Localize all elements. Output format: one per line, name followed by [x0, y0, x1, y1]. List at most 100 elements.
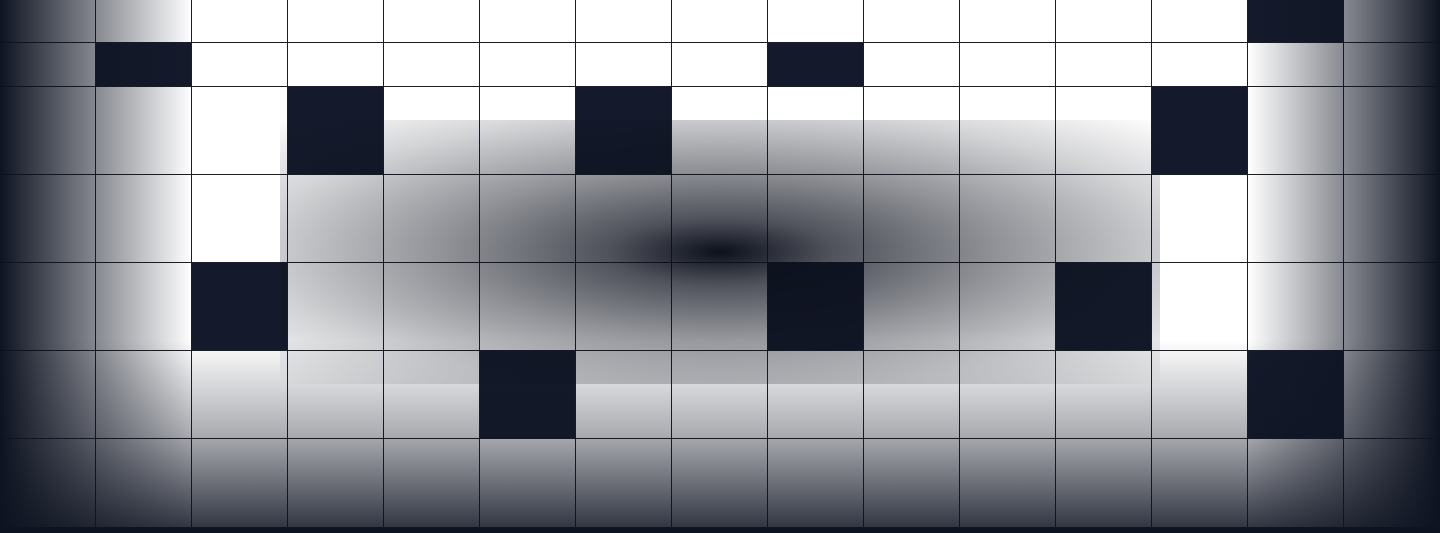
board-cell-empty[interactable]: [1152, 351, 1248, 439]
board-cell-empty[interactable]: [288, 43, 384, 87]
board-cell-empty[interactable]: [96, 0, 192, 43]
board-cell-empty[interactable]: [192, 351, 288, 439]
board-cell-empty[interactable]: [0, 0, 96, 43]
board-cell-empty[interactable]: [1248, 439, 1344, 528]
board-cell-empty[interactable]: [1344, 43, 1440, 87]
board-cell-empty[interactable]: [0, 351, 96, 439]
board-cell-empty[interactable]: [480, 87, 576, 175]
board-cell-empty[interactable]: [288, 263, 384, 351]
board-cell-empty[interactable]: [480, 175, 576, 263]
board-cell-empty[interactable]: [672, 439, 768, 528]
board-cell-filled[interactable]: [288, 87, 384, 175]
board-cell-empty[interactable]: [672, 43, 768, 87]
board-cell-empty[interactable]: [672, 87, 768, 175]
board-cell-filled[interactable]: [96, 43, 192, 87]
board-cell-empty[interactable]: [768, 0, 864, 43]
board-cell-empty[interactable]: [0, 439, 96, 528]
board-cell-empty[interactable]: [1344, 87, 1440, 175]
board-cell-empty[interactable]: [1056, 175, 1152, 263]
board-cell-empty[interactable]: [192, 439, 288, 528]
board-cell-filled[interactable]: [480, 351, 576, 439]
board-cell-empty[interactable]: [192, 43, 288, 87]
board-cell-empty[interactable]: [1152, 0, 1248, 43]
board-cell-empty[interactable]: [1056, 43, 1152, 87]
board-cell-empty[interactable]: [1152, 175, 1248, 263]
board-cell-empty[interactable]: [960, 43, 1056, 87]
board-cell-empty[interactable]: [192, 87, 288, 175]
board-cell-empty[interactable]: [864, 439, 960, 528]
board-cell-empty[interactable]: [576, 175, 672, 263]
board-cell-empty[interactable]: [96, 263, 192, 351]
board-cell-empty[interactable]: [1056, 87, 1152, 175]
board-cell-empty[interactable]: [864, 263, 960, 351]
board-cell-empty[interactable]: [480, 439, 576, 528]
board-cell-empty[interactable]: [576, 351, 672, 439]
board-cell-empty[interactable]: [1344, 0, 1440, 43]
board-cell-empty[interactable]: [1344, 439, 1440, 528]
board-cell-empty[interactable]: [0, 175, 96, 263]
board-cell-empty[interactable]: [0, 43, 96, 87]
board-cell-empty[interactable]: [480, 43, 576, 87]
board-cell-empty[interactable]: [288, 175, 384, 263]
board-cell-empty[interactable]: [1152, 263, 1248, 351]
board-cell-empty[interactable]: [1056, 351, 1152, 439]
board-cell-empty[interactable]: [384, 351, 480, 439]
board-cell-empty[interactable]: [384, 43, 480, 87]
board-cell-empty[interactable]: [864, 351, 960, 439]
board-cell-empty[interactable]: [768, 175, 864, 263]
board-cell-empty[interactable]: [384, 175, 480, 263]
board-cell-empty[interactable]: [1248, 87, 1344, 175]
board-cell-filled[interactable]: [1152, 87, 1248, 175]
board-cell-filled[interactable]: [576, 87, 672, 175]
board-cell-filled[interactable]: [192, 263, 288, 351]
board-cell-empty[interactable]: [480, 263, 576, 351]
board-cell-empty[interactable]: [672, 351, 768, 439]
board-cell-empty[interactable]: [192, 0, 288, 43]
board-cell-empty[interactable]: [96, 351, 192, 439]
board-cell-empty[interactable]: [864, 175, 960, 263]
board-cell-empty[interactable]: [96, 175, 192, 263]
board-cell-empty[interactable]: [96, 87, 192, 175]
board-cell-empty[interactable]: [192, 175, 288, 263]
board-cell-empty[interactable]: [1344, 351, 1440, 439]
board-cell-empty[interactable]: [288, 439, 384, 528]
board-cell-filled[interactable]: [768, 263, 864, 351]
board-cell-empty[interactable]: [864, 43, 960, 87]
board-cell-empty[interactable]: [0, 87, 96, 175]
board-cell-empty[interactable]: [672, 263, 768, 351]
board-cell-empty[interactable]: [768, 439, 864, 528]
board-cell-filled[interactable]: [1056, 263, 1152, 351]
board-cell-empty[interactable]: [960, 175, 1056, 263]
board-cell-empty[interactable]: [1056, 0, 1152, 43]
board-cell-empty[interactable]: [960, 263, 1056, 351]
board-cell-empty[interactable]: [384, 87, 480, 175]
board-cell-empty[interactable]: [384, 0, 480, 43]
board-cell-empty[interactable]: [576, 439, 672, 528]
board-cell-empty[interactable]: [0, 263, 96, 351]
board-cell-empty[interactable]: [960, 439, 1056, 528]
board-cell-empty[interactable]: [672, 0, 768, 43]
board-cell-empty[interactable]: [960, 0, 1056, 43]
board-cell-empty[interactable]: [576, 263, 672, 351]
board-cell-empty[interactable]: [864, 87, 960, 175]
board-cell-empty[interactable]: [960, 351, 1056, 439]
board-cell-empty[interactable]: [384, 439, 480, 528]
board-cell-empty[interactable]: [1152, 43, 1248, 87]
board-cell-empty[interactable]: [1344, 263, 1440, 351]
board-cell-empty[interactable]: [672, 175, 768, 263]
board-cell-empty[interactable]: [1152, 439, 1248, 528]
board-cell-empty[interactable]: [288, 351, 384, 439]
board-cell-empty[interactable]: [1248, 175, 1344, 263]
board-cell-empty[interactable]: [1248, 263, 1344, 351]
board-cell-empty[interactable]: [288, 0, 384, 43]
board-cell-empty[interactable]: [864, 0, 960, 43]
board-cell-empty[interactable]: [1344, 175, 1440, 263]
board-cell-empty[interactable]: [960, 87, 1056, 175]
board-cell-empty[interactable]: [1248, 43, 1344, 87]
board-cell-filled[interactable]: [1248, 351, 1344, 439]
board-cell-empty[interactable]: [576, 0, 672, 43]
board-cell-filled[interactable]: [1248, 0, 1344, 43]
board-cell-empty[interactable]: [768, 351, 864, 439]
board-cell-filled[interactable]: [768, 43, 864, 87]
board-cell-empty[interactable]: [384, 263, 480, 351]
